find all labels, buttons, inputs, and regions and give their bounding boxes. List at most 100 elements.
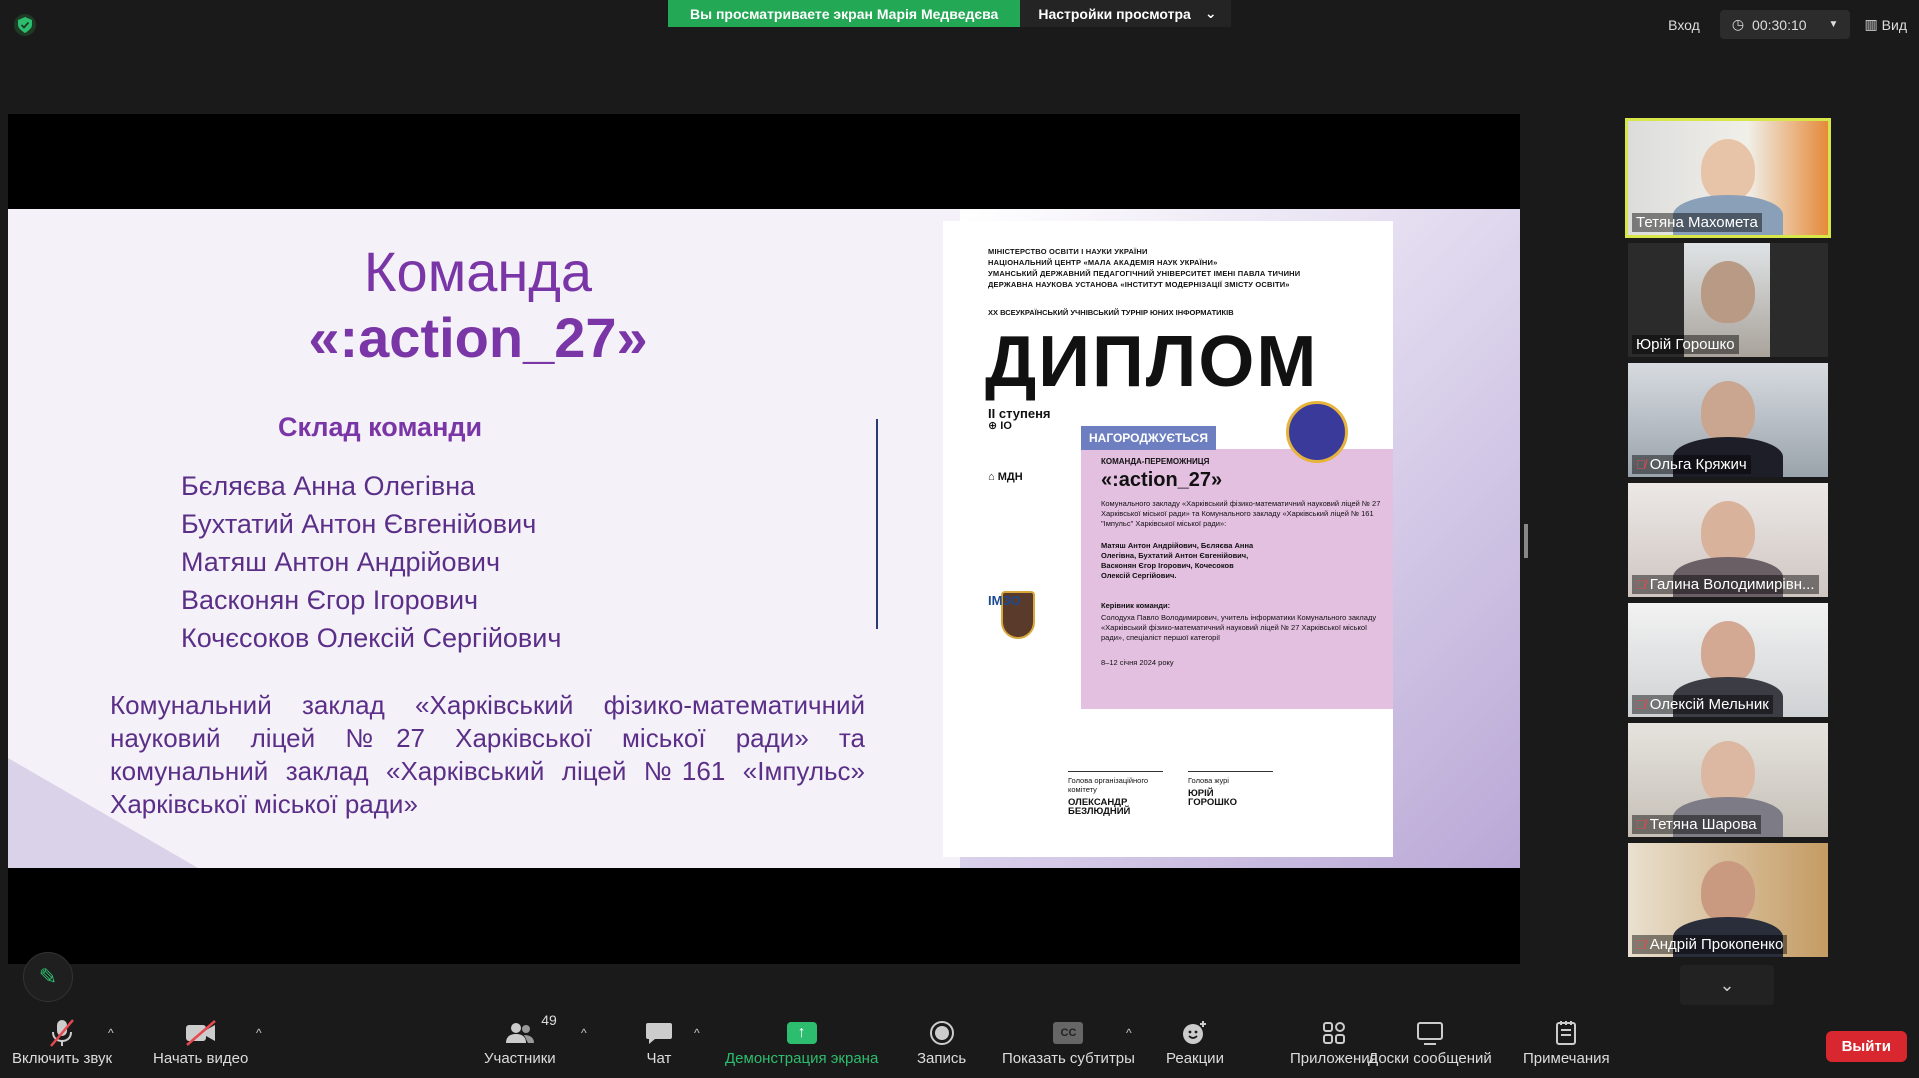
diploma-school-text: Комунального закладу «Харківський фізико… xyxy=(1101,499,1381,528)
participant-name: 🎙̸ Андрій Прокопенко xyxy=(1632,935,1788,954)
unmute-button[interactable]: Включить звук xyxy=(12,1016,112,1067)
participant-video xyxy=(1701,741,1755,803)
record-icon xyxy=(929,1016,955,1050)
share-screen-icon: ↑ xyxy=(786,1016,817,1050)
org-line: МІНІСТЕРСТВО ОСВІТИ І НАУКИ УКРАЇНИ xyxy=(988,247,1148,256)
start-video-label: Начать видео xyxy=(153,1050,249,1067)
view-settings-button[interactable]: Настройки просмотра ⌄ xyxy=(1020,0,1231,27)
shared-screen[interactable]: Команда «:action_27» Склад команди Бєляє… xyxy=(8,114,1520,964)
share-screen-button[interactable]: ↑ Демонстрация экрана xyxy=(725,1016,878,1067)
awarded-label: НАГОРОДЖУЄТЬСЯ xyxy=(1081,426,1216,450)
mic-muted-icon: 🎙̸ xyxy=(1636,817,1646,832)
participant-name-text: Галина Володимирівн... xyxy=(1649,576,1815,593)
participant-name-text: Юрій Горошко xyxy=(1636,336,1735,353)
whiteboards-button[interactable]: Доски сообщений xyxy=(1368,1016,1492,1067)
participant-name: 🎙̸ Тетяна Шарова xyxy=(1632,815,1761,834)
participant-name-text: Олексій Мельник xyxy=(1649,696,1769,713)
whiteboard-icon xyxy=(1416,1016,1444,1050)
captions-options-caret-icon[interactable]: ^ xyxy=(1126,1026,1132,1040)
encryption-shield-icon[interactable] xyxy=(14,14,36,36)
reactions-button[interactable]: Реакции xyxy=(1166,1016,1224,1067)
participants-options-caret-icon[interactable]: ^ xyxy=(581,1026,587,1040)
record-label: Запись xyxy=(917,1050,967,1067)
participant-video xyxy=(1701,139,1755,201)
chevron-down-icon: ⌄ xyxy=(1204,5,1217,21)
participant-tile[interactable]: 🎙̸ Тетяна Шарова xyxy=(1628,723,1828,837)
video-off-icon xyxy=(184,1016,218,1050)
chevron-down-icon: ▼ xyxy=(1828,19,1839,30)
participant-tile[interactable]: 🎙̸ Ольга Кряжич xyxy=(1628,363,1828,477)
clock-icon: ◷ xyxy=(1731,16,1745,32)
tournament-badge-icon xyxy=(1286,401,1348,463)
participant-tile[interactable]: Тетяна Махомета xyxy=(1625,118,1831,238)
signature-block-1: Голова організаційного комітету ОЛЕКСАНД… xyxy=(1068,776,1168,816)
meeting-timer[interactable]: ◷ 00:30:10 ▼ xyxy=(1719,10,1851,39)
pane-resize-handle[interactable] xyxy=(1524,524,1528,558)
apps-button[interactable]: Приложения xyxy=(1290,1016,1378,1067)
participants-icon: 49 xyxy=(505,1012,557,1050)
view-label: Вид xyxy=(1881,16,1907,33)
view-button[interactable]: ▥ Вид xyxy=(1860,10,1919,39)
team-member: Кочєсоков Олексій Сергійович xyxy=(181,623,562,653)
start-video-button[interactable]: Начать видео xyxy=(153,1016,248,1067)
mizh-logo: ⌂ МДН xyxy=(988,471,1023,483)
participant-name-text: Андрій Прокопенко xyxy=(1649,936,1784,953)
gallery-scroll-down-button[interactable]: ⌄ xyxy=(1680,965,1774,1005)
record-button[interactable]: Запись xyxy=(917,1016,966,1067)
chat-label: Чат xyxy=(646,1050,672,1067)
sharing-notice: Вы просматриваете экран Марія Медведєва xyxy=(668,0,1021,27)
tournament-name: XX ВСЕУКРАЇНСЬКИЙ УЧНІВСЬКИЙ ТУРНІР ЮНИХ… xyxy=(988,308,1234,317)
audio-options-caret-icon[interactable]: ^ xyxy=(108,1026,114,1040)
team-member: Бухтатий Антон Євгенійович xyxy=(181,509,537,539)
team-members-list: Бєляєва Анна Олегівна Бухтатий Антон Євг… xyxy=(181,467,561,657)
participant-name-text: Ольга Кряжич xyxy=(1649,456,1747,473)
diploma-organizations: МІНІСТЕРСТВО ОСВІТИ І НАУКИ УКРАЇНИ НАЦІ… xyxy=(988,246,1300,290)
signature-role: Голова журі xyxy=(1188,776,1229,785)
participant-tile[interactable]: 🎙̸ Андрій Прокопенко xyxy=(1628,843,1828,957)
notes-icon xyxy=(1555,1016,1577,1050)
reactions-label: Реакции xyxy=(1166,1050,1224,1067)
captions-icon-text: CC xyxy=(1053,1022,1084,1044)
participant-name: 🎙̸ Олексій Мельник xyxy=(1632,695,1773,714)
enter-button[interactable]: Вход xyxy=(1658,11,1710,39)
show-captions-button[interactable]: CC Показать субтитры xyxy=(1002,1016,1135,1067)
participant-video xyxy=(1701,621,1755,683)
participant-video xyxy=(1701,261,1755,323)
participants-label: Участники xyxy=(484,1050,556,1067)
signature-line xyxy=(1188,771,1273,772)
signature-block-2: Голова журі ЮРІЙ ГОРОШКО xyxy=(1188,776,1248,807)
participant-tile[interactable]: 🎙̸ Галина Володимирівн... xyxy=(1628,483,1828,597)
participants-button[interactable]: 49 Участники xyxy=(484,1012,557,1067)
winner-label: КОМАНДА-ПЕРЕМОЖНИЦЯ xyxy=(1101,457,1210,466)
school-description: Комунальний заклад «Харківський фізико-м… xyxy=(110,690,865,819)
mizh-logo-text: МДН xyxy=(997,471,1023,483)
chat-button[interactable]: Чат xyxy=(645,1016,673,1067)
slide-title-line2: «:action_27» xyxy=(308,306,648,369)
annotate-button[interactable]: ✎ xyxy=(23,952,73,1002)
org-line: ДЕРЖАВНА НАУКОВА УСТАНОВА «ІНСТИТУТ МОДЕ… xyxy=(988,280,1290,289)
chat-options-caret-icon[interactable]: ^ xyxy=(694,1026,700,1040)
video-options-caret-icon[interactable]: ^ xyxy=(256,1026,262,1040)
participant-tile[interactable]: Юрій Горошко xyxy=(1628,243,1828,357)
meeting-toolbar: Включить звук ^ Начать видео ^ 49 Участн… xyxy=(0,1010,1919,1078)
signature-role: Голова організаційного комітету xyxy=(1068,776,1149,794)
mic-muted-icon: 🎙̸ xyxy=(1636,577,1646,592)
ministry-logo-icon: ⊕ IO xyxy=(988,420,1012,432)
leave-meeting-button[interactable]: Выйти xyxy=(1825,1031,1907,1062)
org-line: УМАНСЬКИЙ ДЕРЖАВНИЙ ПЕДАГОГІЧНИЙ УНІВЕРС… xyxy=(988,269,1301,278)
timer-value: 00:30:10 xyxy=(1752,16,1807,33)
notes-button[interactable]: Примечания xyxy=(1523,1016,1610,1067)
top-right-controls: Вход ◷ 00:30:10 ▼ ▥ Вид xyxy=(1658,10,1919,39)
mic-muted-icon: 🎙̸ xyxy=(1636,457,1646,472)
slide-title-line1: Команда xyxy=(363,240,593,303)
participants-count: 49 xyxy=(541,1012,557,1028)
participant-name: Тетяна Махомета xyxy=(1632,213,1762,232)
smiley-plus-icon xyxy=(1181,1016,1209,1050)
mic-muted-icon xyxy=(48,1016,76,1050)
diploma-title: ДИПЛОМ xyxy=(985,322,1319,402)
zoom-meeting-window: Вы просматриваете экран Марія Медведєва … xyxy=(0,0,1919,1078)
captions-icon: CC xyxy=(1053,1016,1084,1050)
divider-line xyxy=(876,419,878,629)
team-member: Васконян Єгор Ігорович xyxy=(181,585,479,615)
participant-tile[interactable]: 🎙̸ Олексій Мельник xyxy=(1628,603,1828,717)
